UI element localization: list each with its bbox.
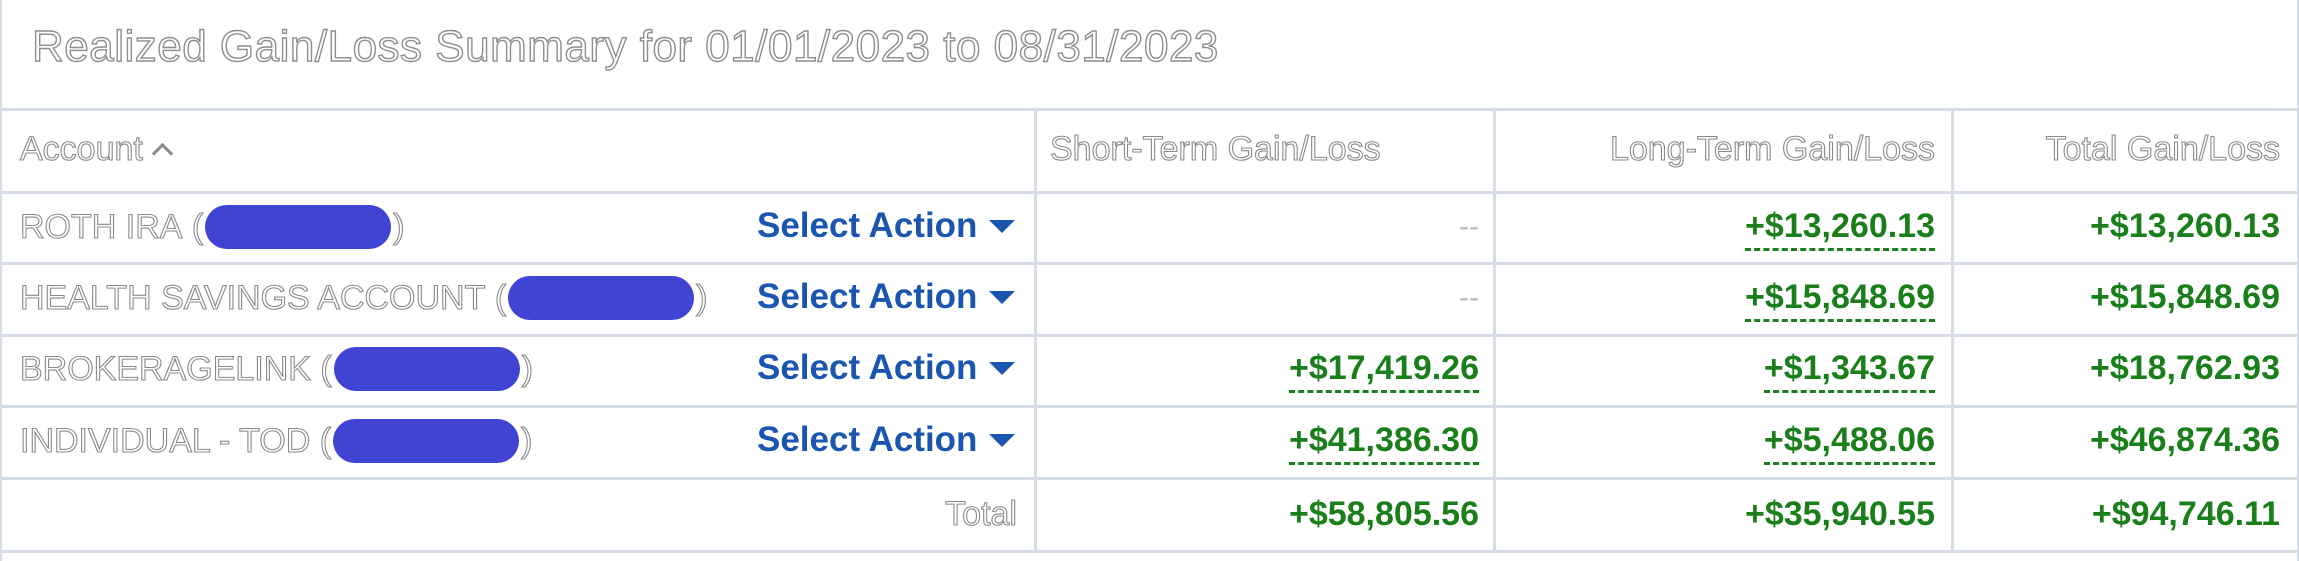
redacted-account-number [508, 276, 695, 320]
redacted-account-number [333, 347, 520, 391]
column-header-account-label: Account [19, 129, 143, 168]
divider [2, 191, 2299, 194]
select-action-button[interactable]: Select Action [757, 206, 1016, 246]
long-term-value-link[interactable]: +$15,848.69 [1744, 278, 1935, 322]
chevron-down-icon [989, 290, 1016, 304]
select-action-button[interactable]: Select Action [757, 348, 1016, 388]
divider [1493, 108, 1496, 550]
short-term-value: -- [1459, 281, 1479, 314]
sort-ascending-icon[interactable] [151, 142, 173, 165]
select-action-button[interactable]: Select Action [757, 277, 1016, 317]
divider [2, 108, 2299, 111]
table-row-account: BROKERAGELINK () [19, 347, 534, 391]
redacted-account-number [205, 205, 392, 249]
column-header-short-term[interactable]: Short-Term Gain/Loss [1049, 129, 1381, 169]
grand-total-value: +$94,746.11 [2091, 495, 2280, 533]
total-short-term-value: +$58,805.56 [1288, 495, 1479, 533]
redacted-account-number [333, 419, 520, 463]
long-term-value-link[interactable]: +$5,488.06 [1763, 421, 1935, 465]
account-name: INDIVIDUAL - TOD [19, 421, 311, 460]
total-value: +$18,762.93 [2089, 349, 2280, 387]
total-value: +$15,848.69 [2089, 278, 2280, 316]
table-row-account: HEALTH SAVINGS ACCOUNT () [19, 276, 708, 320]
account-name: HEALTH SAVINGS ACCOUNT [19, 278, 486, 317]
account-name: ROTH IRA [19, 207, 183, 246]
column-header-total[interactable]: Total Gain/Loss [2045, 129, 2280, 169]
divider [2, 477, 2299, 480]
divider [2, 262, 2299, 265]
account-name: BROKERAGELINK [19, 349, 311, 388]
chevron-down-icon [989, 361, 1016, 375]
column-header-long-term[interactable]: Long-Term Gain/Loss [1609, 129, 1935, 169]
select-action-button[interactable]: Select Action [757, 420, 1016, 460]
column-header-account[interactable]: Account [19, 129, 173, 169]
select-action-label: Select Action [757, 348, 978, 387]
total-value: +$46,874.36 [2089, 421, 2280, 459]
select-action-label: Select Action [757, 206, 978, 245]
divider [1034, 108, 1037, 550]
table-row-account: INDIVIDUAL - TOD () [19, 419, 533, 463]
summary-panel: Realized Gain/Loss Summary for 01/01/202… [0, 0, 2299, 561]
table-row-account: ROTH IRA () [19, 205, 405, 249]
divider [2, 550, 2299, 553]
divider [2, 334, 2299, 337]
divider [2, 405, 2299, 408]
short-term-value: -- [1459, 210, 1479, 243]
long-term-value-link[interactable]: +$13,260.13 [1744, 207, 1935, 251]
chevron-down-icon [989, 433, 1016, 447]
select-action-label: Select Action [757, 277, 978, 316]
divider [1951, 108, 1954, 550]
total-label: Total [945, 494, 1018, 533]
total-long-term-value: +$35,940.55 [1744, 495, 1935, 533]
short-term-value-link[interactable]: +$17,419.26 [1288, 349, 1479, 393]
page-title: Realized Gain/Loss Summary for 01/01/202… [31, 21, 1219, 71]
short-term-value-link[interactable]: +$41,386.30 [1288, 421, 1479, 465]
select-action-label: Select Action [757, 420, 978, 459]
chevron-down-icon [989, 219, 1016, 233]
long-term-value-link[interactable]: +$1,343.67 [1763, 349, 1935, 393]
total-value: +$13,260.13 [2089, 207, 2280, 245]
